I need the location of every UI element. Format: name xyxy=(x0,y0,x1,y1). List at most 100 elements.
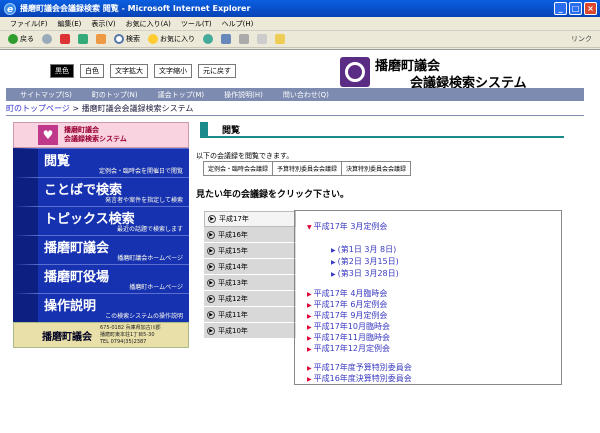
star-icon xyxy=(148,34,158,44)
enlarge-text-button[interactable]: 文字拡大 xyxy=(110,64,148,78)
triangle-right-icon: ▶ xyxy=(307,291,312,298)
black-mode-button[interactable]: 黒色 xyxy=(50,64,74,78)
home-button[interactable] xyxy=(96,34,106,44)
breadcrumb-home-link[interactable]: 町のトップページ xyxy=(6,104,70,113)
category-tabs: 定例会・臨時会会議録 予算特別委員会会議録 決算特別委員会会議録 xyxy=(203,161,412,176)
sidebar-footer: 播磨町議会 675-0182 兵庫県加古川郡 播磨町東本荘1丁目5-30 TEL… xyxy=(13,322,189,348)
year-item[interactable]: ▶ 平成15年 xyxy=(204,243,296,259)
sidebar-item-town-office[interactable]: 播磨町役場 播磨町ホームページ xyxy=(13,264,189,293)
mail-button[interactable] xyxy=(221,34,231,44)
year-item[interactable]: ▶ 平成10年 xyxy=(204,323,296,339)
tab-budget-committee[interactable]: 予算特別委員会会議録 xyxy=(273,162,343,175)
meeting-link[interactable]: ▶ 平成17年 4月臨時会 xyxy=(307,288,387,299)
links-label[interactable]: リンク xyxy=(571,34,592,44)
shrink-text-button[interactable]: 文字縮小 xyxy=(154,64,192,78)
menu-help[interactable]: ヘルプ(H) xyxy=(222,19,254,29)
tab-settlement-committee[interactable]: 決算特別委員会会議録 xyxy=(342,162,410,175)
back-arrow-icon xyxy=(8,34,18,44)
search-button[interactable]: 検索 xyxy=(114,34,140,44)
window-titlebar: e 播磨町議会会議録検索 閲覧 - Microsoft Internet Exp… xyxy=(0,0,600,17)
nav-contact[interactable]: 問い合わせ(Q) xyxy=(283,90,329,100)
sidebar-footer-title: 播磨町議会 xyxy=(42,331,92,343)
year-item[interactable]: ▶ 平成16年 xyxy=(204,227,296,243)
emblem-icon xyxy=(345,62,365,82)
sidebar-item-help[interactable]: 操作説明 この検索システムの操作説明 xyxy=(13,293,189,322)
folder-icon xyxy=(275,34,285,44)
edit-icon xyxy=(257,34,267,44)
triangle-right-icon: ▶ xyxy=(307,376,312,383)
sidebar-item-browse[interactable]: 閲覧 定例会・臨時会を開催日で閲覧 xyxy=(13,148,189,177)
back-button[interactable]: 戻る xyxy=(8,34,34,44)
close-icon[interactable]: × xyxy=(584,2,597,15)
year-item[interactable]: ▶ 平成11年 xyxy=(204,307,296,323)
sidebar: ♥ 播磨町議会 会議録検索システム 閲覧 定例会・臨時会を開催日で閲覧 ことばで… xyxy=(13,122,189,348)
menu-bar: ファイル(F) 編集(E) 表示(V) お気に入り(A) ツール(T) ヘルプ(… xyxy=(0,17,600,31)
reset-text-button[interactable]: 元に戻す xyxy=(198,64,236,78)
refresh-button[interactable] xyxy=(78,34,88,44)
menu-file[interactable]: ファイル(F) xyxy=(10,19,48,29)
breadcrumb: 町のトップページ > 播磨町議会会議録検索システム xyxy=(6,103,584,116)
stop-icon xyxy=(60,34,70,44)
maximize-icon[interactable]: □ xyxy=(569,2,582,15)
meeting-link[interactable]: ▶ 平成17年 6月定例会 xyxy=(307,299,387,310)
meeting-list-panel: ▼ 平成17年 3月定例会 ▶ (第1日 3月 8日) ▶ (第2日 3月15日) ▶… xyxy=(294,210,562,385)
heading-marker xyxy=(200,122,208,136)
instruction-text: 見たい年の会議録をクリック下さい。 xyxy=(196,190,350,200)
year-item[interactable]: ▶ 平成17年 xyxy=(204,211,296,227)
triangle-right-icon: ▶ xyxy=(331,247,336,254)
triangle-down-icon: ▼ xyxy=(307,224,312,231)
display-button-row: 黒色 白色 文字拡大 文字縮小 元に戻す xyxy=(50,64,236,78)
minimize-icon[interactable]: _ xyxy=(554,2,567,15)
sidebar-item-word-search[interactable]: ことばで検索 発言者や案件を指定して検索 xyxy=(13,177,189,206)
page-content: 黒色 白色 文字拡大 文字縮小 元に戻す 播磨町議会 会議録検索システム サイト… xyxy=(0,49,600,433)
year-item[interactable]: ▶ 平成12年 xyxy=(204,291,296,307)
forward-button[interactable] xyxy=(42,34,52,44)
menu-favorites[interactable]: お気に入り(A) xyxy=(126,19,171,29)
committee-link[interactable]: ▶ 平成17年度予算特別委員会 xyxy=(307,362,412,373)
triangle-right-icon: ▶ xyxy=(307,302,312,309)
session-day-link[interactable]: ▶ (第2日 3月15日) xyxy=(331,256,399,267)
triangle-right-icon: ▶ xyxy=(331,259,336,266)
meeting-link[interactable]: ▶ 平成17年 9月定例会 xyxy=(307,310,387,321)
refresh-icon xyxy=(78,34,88,44)
nav-town-top[interactable]: 町のトップ(N) xyxy=(92,90,138,100)
year-item[interactable]: ▶ 平成13年 xyxy=(204,275,296,291)
sidebar-item-council[interactable]: 播磨町議会 播磨町議会ホームページ xyxy=(13,235,189,264)
menu-tools[interactable]: ツール(T) xyxy=(181,19,212,29)
arrow-circle-icon: ▶ xyxy=(207,230,215,239)
print-button[interactable] xyxy=(239,34,249,44)
arrow-circle-icon: ▶ xyxy=(207,262,215,271)
mail-icon xyxy=(221,34,231,44)
nav-sitemap[interactable]: サイトマップ(S) xyxy=(20,90,72,100)
page-title: 閲覧 xyxy=(222,125,241,136)
committee-link[interactable]: ▶ 平成16年度決算特別委員会 xyxy=(307,373,412,384)
history-button[interactable] xyxy=(203,34,213,44)
nav-council-top[interactable]: 議会トップ(M) xyxy=(158,90,205,100)
favorites-button[interactable]: お気に入り xyxy=(148,34,195,44)
tab-regular-sessions[interactable]: 定例会・臨時会会議録 xyxy=(204,162,274,175)
edit-button[interactable] xyxy=(257,34,267,44)
sidebar-item-topics-search[interactable]: トピックス検索 最近の話題で検索します xyxy=(13,206,189,235)
stop-button[interactable] xyxy=(60,34,70,44)
window-title: 播磨町議会会議録検索 閲覧 - Microsoft Internet Explo… xyxy=(20,4,251,13)
folder-button[interactable] xyxy=(275,34,285,44)
menu-edit[interactable]: 編集(E) xyxy=(58,19,82,29)
session-day-link[interactable]: ▶ (第3日 3月28日) xyxy=(331,268,399,279)
heart-icon: ♥ xyxy=(38,125,58,145)
white-mode-button[interactable]: 白色 xyxy=(80,64,104,78)
year-list: ▶ 平成17年 ▶ 平成16年 ▶ 平成15年 ▶ 平成14年 ▶ 平成13年 ▶ 平成12… xyxy=(204,211,296,339)
address-line2: 播磨町東本荘1丁目5-30 xyxy=(100,331,155,338)
meeting-link-open[interactable]: ▼ 平成17年 3月定例会 xyxy=(307,221,387,232)
meeting-link[interactable]: ▶ 平成17年10月臨時会 xyxy=(307,321,390,332)
nav-help[interactable]: 操作説明(H) xyxy=(224,90,263,100)
meeting-link[interactable]: ▶ 平成17年12月定例会 xyxy=(307,343,390,354)
intro-text: 以下の会議録を閲覧できます。 xyxy=(196,152,294,160)
menu-view[interactable]: 表示(V) xyxy=(91,19,115,29)
meeting-link[interactable]: ▶ 平成17年11月臨時会 xyxy=(307,332,390,343)
arrow-circle-icon: ▶ xyxy=(208,215,216,223)
arrow-circle-icon: ▶ xyxy=(207,278,215,287)
triangle-right-icon: ▶ xyxy=(331,271,336,278)
year-item[interactable]: ▶ 平成14年 xyxy=(204,259,296,275)
triangle-right-icon: ▶ xyxy=(307,365,312,372)
session-day-link[interactable]: ▶ (第1日 3月 8日) xyxy=(331,244,396,255)
